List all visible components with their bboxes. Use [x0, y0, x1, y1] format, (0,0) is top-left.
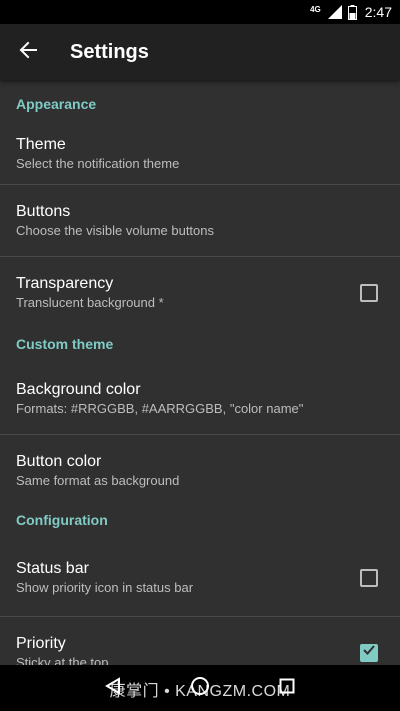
pref-title: Status bar	[16, 560, 89, 577]
arrow-left-icon	[19, 41, 37, 64]
pref-buttons[interactable]: Buttons Choose the visible volume button…	[0, 185, 400, 256]
status-time: 2:47	[364, 4, 392, 20]
nav-home-button[interactable]	[180, 668, 220, 708]
page-title: Settings	[70, 40, 149, 63]
pref-summary: Choose the visible volume buttons	[16, 222, 215, 238]
triangle-back-icon	[104, 676, 122, 700]
section-header-appearance: Appearance	[16, 96, 97, 112]
pref-title: Transparency	[16, 274, 114, 292]
network-type-label: 4G	[310, 4, 321, 14]
pref-title: Button color	[16, 452, 102, 470]
status-bar-checkbox[interactable]	[360, 569, 378, 587]
pref-background-color[interactable]: Background color Formats: #RRGGBB, #AARR…	[0, 364, 400, 434]
battery-icon	[347, 4, 357, 20]
pref-title: Theme	[16, 136, 66, 153]
pref-transparency[interactable]: Transparency Translucent background *	[0, 257, 400, 328]
signal-icon	[327, 5, 342, 19]
settings-list[interactable]: Appearance Theme Select the notification…	[0, 80, 400, 665]
nav-recents-button[interactable]	[267, 668, 307, 708]
pref-summary: Show priority icon in status bar	[16, 580, 194, 595]
priority-checkbox[interactable]	[360, 643, 378, 662]
pref-title: Buttons	[16, 202, 71, 220]
pref-summary: Sticky at the top	[16, 654, 109, 666]
back-button[interactable]	[0, 24, 56, 80]
section-header-custom-theme: Custom theme	[16, 336, 114, 352]
pref-summary: Select the notification theme	[16, 156, 180, 171]
section-header-configuration: Configuration	[16, 512, 108, 528]
app-bar: Settings	[0, 24, 400, 80]
pref-summary: Formats: #RRGGBB, #AARRGGBB, "color name…	[16, 401, 304, 416]
nav-back-button[interactable]	[93, 668, 133, 708]
pref-summary: Same format as background	[16, 472, 180, 488]
status-bar: 4G 2:47	[0, 0, 400, 24]
pref-theme[interactable]: Theme Select the notification theme	[0, 124, 400, 184]
transparency-checkbox[interactable]	[360, 283, 378, 302]
pref-title: Background color	[16, 381, 141, 398]
circle-home-icon	[190, 676, 210, 701]
square-recents-icon	[279, 678, 295, 699]
pref-summary: Translucent background *	[16, 294, 164, 310]
navigation-bar	[0, 665, 400, 711]
pref-priority[interactable]: Priority Sticky at the top	[0, 617, 400, 665]
pref-status-bar[interactable]: Status bar Show priority icon in status …	[0, 540, 400, 616]
pref-button-color[interactable]: Button color Same format as background	[0, 435, 400, 506]
pref-title: Priority	[16, 634, 66, 652]
checkmark-icon	[362, 643, 376, 662]
